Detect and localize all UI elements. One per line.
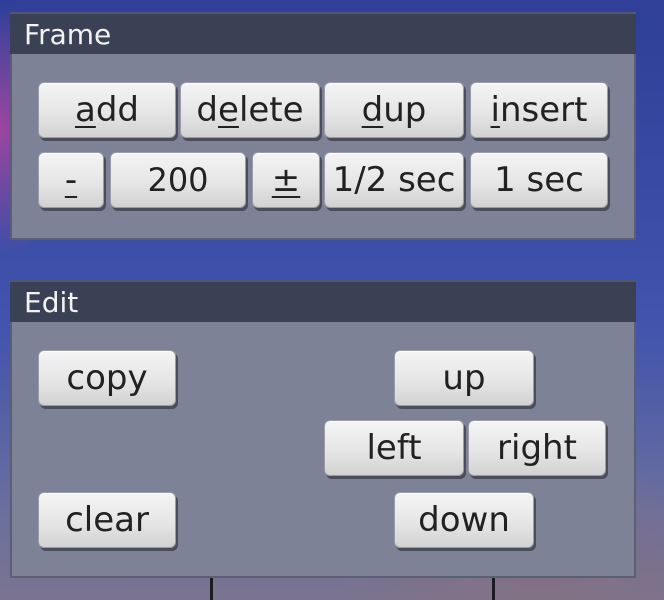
delete-button[interactable]: delete	[180, 82, 320, 138]
clear-button-label: clear	[65, 500, 149, 540]
dup-button[interactable]: dup	[324, 82, 464, 138]
frame-duration-value[interactable]: 200	[110, 152, 246, 208]
one-second-button[interactable]: 1 sec	[470, 152, 608, 208]
left-button[interactable]: left	[324, 420, 464, 476]
add-button-label-post: dd	[95, 90, 139, 130]
edit-panel: Edit copy up left right clear down	[10, 280, 636, 578]
copy-button-label: copy	[66, 358, 148, 398]
delete-button-mnemonic: e	[218, 90, 239, 130]
increment-button-label: ±	[271, 160, 301, 200]
one-second-button-label: 1 sec	[494, 160, 584, 200]
clear-button[interactable]: clear	[38, 492, 176, 548]
right-button[interactable]: right	[468, 420, 606, 476]
frame-duration-value-text: 200	[147, 161, 209, 199]
frame-panel-body: add delete dup insert - 200 ± 1/2 sec 1 …	[10, 54, 636, 240]
decrement-button[interactable]: -	[38, 152, 104, 208]
increment-button[interactable]: ±	[252, 152, 320, 208]
add-button[interactable]: add	[38, 82, 176, 138]
delete-button-label-post: lete	[238, 90, 304, 130]
copy-button[interactable]: copy	[38, 350, 176, 406]
down-button[interactable]: down	[394, 492, 534, 548]
up-button-label: up	[442, 358, 486, 398]
frame-panel-title: Frame	[10, 12, 636, 54]
half-second-button[interactable]: 1/2 sec	[324, 152, 464, 208]
right-button-label: right	[497, 428, 577, 468]
up-button[interactable]: up	[394, 350, 534, 406]
dup-button-mnemonic: d	[361, 90, 384, 130]
insert-button[interactable]: insert	[470, 82, 608, 138]
add-button-mnemonic: a	[74, 90, 96, 130]
insert-button-mnemonic: i	[490, 90, 500, 130]
decrement-button-label: -	[64, 160, 78, 200]
edit-panel-body: copy up left right clear down	[10, 322, 636, 578]
left-button-label: left	[366, 428, 422, 468]
edit-panel-title: Edit	[10, 280, 636, 322]
half-second-button-label: 1/2 sec	[332, 160, 456, 200]
dup-button-label-post: up	[383, 90, 427, 130]
delete-button-label-pre: d	[196, 90, 219, 130]
frame-panel: Frame add delete dup insert - 200 ± 1/2 …	[10, 12, 636, 240]
insert-button-label-post: nsert	[499, 90, 588, 130]
down-button-label: down	[418, 500, 510, 540]
